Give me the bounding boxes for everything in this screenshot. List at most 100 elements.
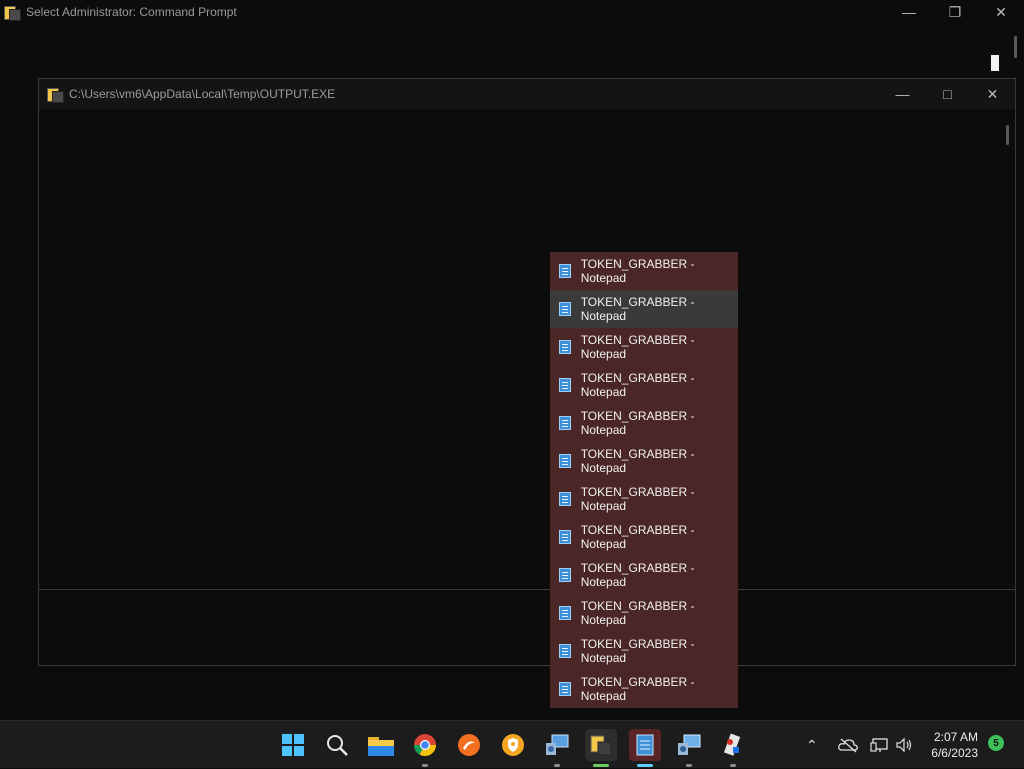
close-icon: ✕ [995, 3, 1007, 20]
jumplist-item-label: TOKEN_GRABBER - Notepad [580, 637, 695, 665]
cloud-offline-icon [838, 738, 858, 753]
command-prompt-title: Select Administrator: Command Prompt [26, 5, 237, 19]
notepad-jumplist: TOKEN_GRABBER - Notepad TOKEN_GRABBER - … [550, 252, 738, 708]
jumplist-item-label: TOKEN_GRABBER - Notepad [580, 523, 695, 551]
network-tray-button[interactable] [870, 721, 890, 769]
clock-time: 2:07 AM [933, 730, 978, 744]
notepad-icon [559, 682, 571, 696]
paint-app-button[interactable] [717, 729, 749, 767]
jumplist-item[interactable]: TOKEN_GRABBER - Notepad [550, 480, 738, 518]
jumplist-item-label: TOKEN_GRABBER - Notepad [580, 257, 695, 285]
notepad-icon [559, 264, 571, 278]
jumplist-item[interactable]: TOKEN_GRABBER - Notepad [550, 670, 738, 708]
file-explorer-icon [368, 737, 394, 756]
close-icon: ✕ [986, 85, 999, 102]
restore-button[interactable]: ❐ [932, 0, 978, 24]
network-app-button[interactable] [673, 729, 705, 767]
jumplist-item[interactable]: TOKEN_GRABBER - Notepad [550, 366, 738, 404]
search-icon [327, 735, 348, 756]
running-indicator [593, 764, 609, 767]
jumplist-item[interactable]: TOKEN_GRABBER - Notepad [550, 632, 738, 670]
jumplist-item-label: TOKEN_GRABBER - Notepad [580, 333, 695, 361]
minimize-button[interactable]: — [886, 0, 932, 24]
jumplist-item-label: TOKEN_GRABBER - Notepad [580, 675, 695, 703]
volume-icon [896, 737, 912, 753]
running-indicator [730, 764, 736, 767]
clock[interactable]: 2:07 AM 6/6/2023 [931, 729, 978, 761]
output-divider [39, 589, 1015, 590]
app-shield-icon [502, 734, 524, 756]
output-close-button[interactable]: ✕ [970, 79, 1015, 109]
output-exe-window[interactable]: C:\Users\vm6\AppData\Local\Temp\OUTPUT.E… [38, 78, 1016, 666]
notepad-icon [559, 340, 571, 354]
output-maximize-button[interactable]: □ [925, 79, 970, 109]
output-exe-app-icon [47, 86, 64, 103]
file-explorer-button[interactable] [365, 729, 397, 761]
volume-tray-button[interactable] [895, 721, 913, 769]
clock-date: 6/6/2023 [931, 746, 978, 760]
onedrive-tray-button[interactable] [838, 721, 858, 769]
text-cursor [991, 55, 999, 71]
jumplist-item-label: TOKEN_GRABBER - Notepad [580, 409, 695, 437]
jumplist-item-label: TOKEN_GRABBER - Notepad [580, 371, 695, 399]
output-exe-title: C:\Users\vm6\AppData\Local\Temp\OUTPUT.E… [69, 87, 336, 101]
notepad-icon [559, 378, 571, 392]
output-exe-titlebar[interactable]: C:\Users\vm6\AppData\Local\Temp\OUTPUT.E… [39, 79, 1015, 109]
jumplist-item-label: TOKEN_GRABBER - Notepad [580, 599, 695, 627]
chrome-button[interactable] [409, 729, 441, 767]
notepad-icon [559, 568, 571, 582]
close-button[interactable]: ✕ [978, 0, 1024, 24]
jumplist-item[interactable]: TOKEN_GRABBER - Notepad [550, 594, 738, 632]
notepad-icon [559, 416, 571, 430]
notepad-icon [636, 734, 654, 756]
network-app-icon [678, 734, 701, 755]
running-indicator [554, 764, 560, 767]
jumplist-item[interactable]: TOKEN_GRABBER - Notepad [550, 404, 738, 442]
minimize-icon: — [895, 86, 910, 102]
tray-overflow-button[interactable]: ⌃ [806, 721, 818, 769]
jumplist-item[interactable]: TOKEN_GRABBER - Notepad [550, 442, 738, 480]
control-panel-button[interactable] [541, 729, 573, 767]
output-minimize-button[interactable]: — [880, 79, 925, 109]
jumplist-item-label: TOKEN_GRABBER - Notepad [580, 295, 695, 323]
notepad-icon [559, 454, 571, 468]
maximize-icon: □ [943, 86, 952, 102]
scrollbar-thumb[interactable] [1014, 36, 1017, 58]
orange-app-button[interactable] [453, 729, 485, 761]
search-button[interactable] [321, 729, 353, 761]
restore-icon: ❐ [948, 3, 962, 20]
command-prompt-titlebar[interactable]: Select Administrator: Command Prompt — ❐… [0, 0, 1024, 24]
cmd-taskbar-button[interactable] [585, 729, 617, 767]
notepad-icon [559, 606, 571, 620]
jumplist-item[interactable]: TOKEN_GRABBER - Notepad [550, 328, 738, 366]
running-indicator [637, 764, 653, 767]
start-button[interactable] [277, 729, 309, 761]
minimize-icon: — [902, 4, 916, 20]
chevron-up-icon: ⌃ [806, 736, 818, 753]
shield-app-button[interactable] [497, 729, 529, 761]
notepad-icon [559, 644, 571, 658]
cmd-icon [590, 735, 612, 756]
app-orange-icon [458, 734, 480, 756]
notepad-icon [559, 492, 571, 506]
jumplist-item[interactable]: TOKEN_GRABBER - Notepad [550, 518, 738, 556]
taskbar: ⌃ 2:07 AM 6/6/2023 [0, 720, 1024, 768]
network-icon [870, 738, 888, 752]
running-indicator [422, 764, 428, 767]
jumplist-item[interactable]: TOKEN_GRABBER - Notepad [550, 556, 738, 594]
paint-app-icon [723, 733, 741, 756]
jumplist-item-label: TOKEN_GRABBER - Notepad [580, 447, 695, 475]
jumplist-item[interactable]: TOKEN_GRABBER - Notepad [550, 252, 738, 290]
start-icon [282, 734, 304, 756]
jumplist-item-label: TOKEN_GRABBER - Notepad [580, 561, 695, 589]
output-scrollbar-thumb[interactable] [1006, 125, 1009, 145]
jumplist-item[interactable]: TOKEN_GRABBER - Notepad [550, 290, 738, 328]
notepad-taskbar-button[interactable] [629, 729, 661, 767]
cmd-app-icon [4, 4, 21, 21]
running-indicator [686, 764, 692, 767]
control-panel-icon [546, 734, 569, 755]
notification-badge[interactable]: 5 [988, 735, 1004, 751]
jumplist-item-label: TOKEN_GRABBER - Notepad [580, 485, 695, 513]
notepad-icon [559, 302, 571, 316]
notepad-icon [559, 530, 571, 544]
